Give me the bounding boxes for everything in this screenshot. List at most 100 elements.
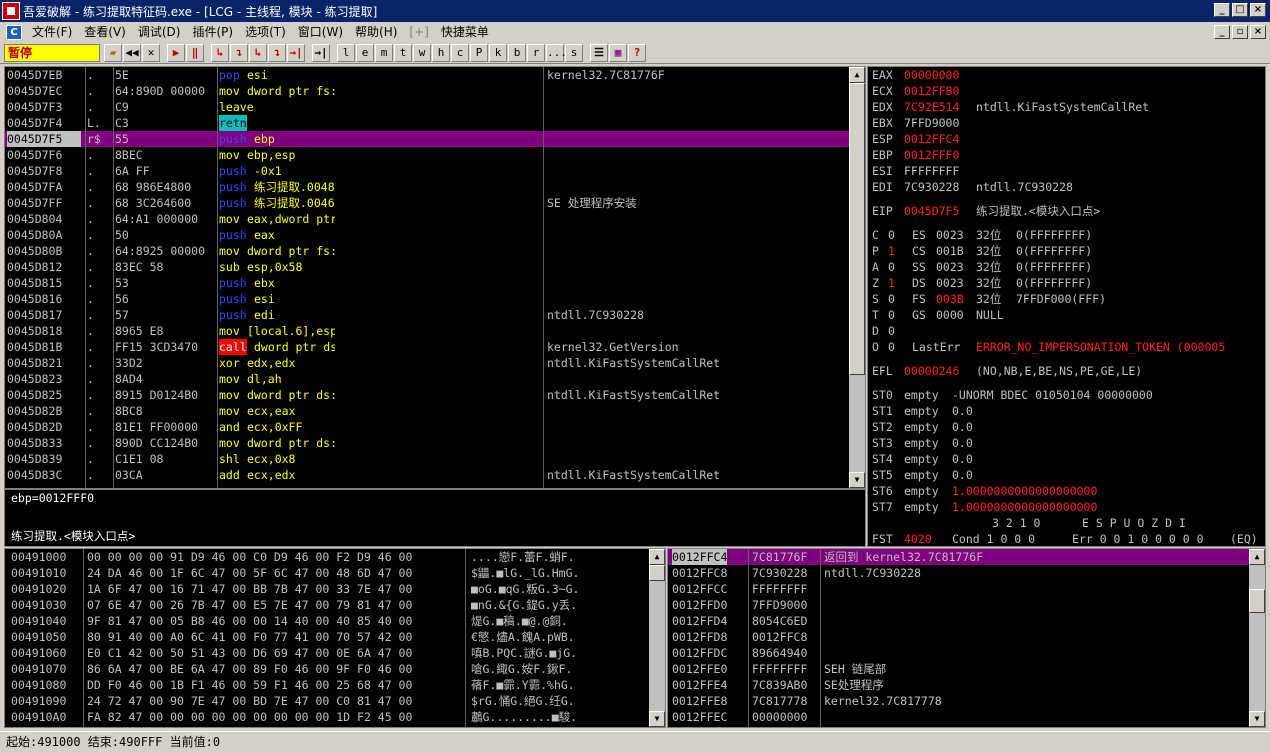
close-button[interactable]: ×	[1250, 3, 1266, 17]
trace-over-icon[interactable]: ↴	[268, 43, 286, 62]
disasm-row[interactable]: 0045D83C. 03CA add ecx,edx ntdll.KiFastSyste…	[5, 467, 865, 483]
menu-help[interactable]: 帮助(H)	[349, 23, 403, 41]
stack-row[interactable]: 0012FFE4 7C839AB0 SE处理程序	[668, 677, 1250, 693]
disasm-row[interactable]: 0045D80B. 64:8925 00000 mov dword ptr fs:[0…	[5, 243, 865, 259]
disasm-row[interactable]: 0045D823. 8AD4 mov dl,ah	[5, 371, 865, 387]
threads-window-button[interactable]: t	[394, 43, 412, 62]
stack-row[interactable]: 0012FFDC 89664940	[668, 645, 1250, 661]
fst-value[interactable]: 4020	[904, 531, 932, 546]
stack-row[interactable]: 0012FFD8 0012FFC8	[668, 629, 1250, 645]
segment-value[interactable]: 0023	[936, 227, 964, 243]
open-file-icon[interactable]: ▰	[104, 43, 122, 62]
modules-window-button[interactable]: e	[356, 43, 374, 62]
register-value[interactable]: 0012FFB0	[904, 83, 959, 99]
flag-value[interactable]: 1	[888, 243, 895, 259]
stack-scrollbar[interactable]: ▲ ▼	[1249, 549, 1265, 727]
references-window-button[interactable]: r	[527, 43, 545, 62]
run-trace-window-button[interactable]: ...	[546, 43, 567, 62]
mdi-restore-button[interactable]: ▫	[1232, 25, 1248, 39]
disasm-row[interactable]: 0045D7F5 r$ 55 push ebp	[5, 131, 865, 147]
disassembly-pane[interactable]: 0045D7EB. 5E pop esi kernel32.7C81776F 0045D7…	[4, 66, 866, 489]
disasm-row[interactable]: 0045D82B. 8BC8 mov ecx,eax	[5, 403, 865, 419]
mdi-minimize-button[interactable]: _	[1214, 25, 1230, 39]
segment-value[interactable]: 0023	[936, 275, 964, 291]
minimize-button[interactable]: _	[1214, 3, 1230, 17]
flag-value[interactable]: 0	[888, 307, 895, 323]
disasm-row[interactable]: 0045D817. 57 push edi ntdll.7C930228	[5, 307, 865, 323]
trace-into-icon[interactable]: ↳	[249, 43, 267, 62]
register-value[interactable]: 00000000	[904, 67, 959, 83]
disasm-row[interactable]: 0045D7EB. 5E pop esi kernel32.7C81776F	[5, 67, 865, 83]
disasm-row[interactable]: 0045D825. 8915 D0124B0 mov dword ptr ds:[0x…	[5, 387, 865, 403]
execute-till-return-icon[interactable]: →|	[287, 43, 305, 62]
register-value[interactable]: 00000246	[904, 363, 959, 379]
register-value[interactable]: 0012FFF0	[904, 147, 959, 163]
patches-window-button[interactable]: P	[470, 43, 488, 62]
scroll-thumb[interactable]	[649, 565, 665, 581]
menu-view[interactable]: 查看(V)	[78, 23, 132, 41]
dump-row[interactable]: 00491060 E0 C1 42 00 50 51 43 00 D6 69 47…	[5, 645, 645, 661]
flag-value[interactable]: 0	[888, 259, 895, 275]
help-icon[interactable]: ?	[628, 43, 646, 62]
lasterr-value[interactable]: ERROR_NO_IMPERSONATION_TOKEN (000005	[976, 339, 1265, 355]
dump-row[interactable]: 00491010 24 DA 46 00 1F 6C 47 00 5F 6C 47…	[5, 565, 645, 581]
disasm-scrollbar[interactable]: ▲ ▼	[849, 67, 865, 488]
fpu-value[interactable]: 0.0	[952, 419, 973, 435]
restart-icon[interactable]: ◀◀	[123, 43, 141, 62]
disasm-row[interactable]: 0045D821. 33D2 xor edx,edx ntdll.KiFastSyste…	[5, 355, 865, 371]
fpu-value[interactable]: 0.0	[952, 403, 973, 419]
disasm-row[interactable]: 0045D818. 8965 E8 mov [local.6],esp	[5, 323, 865, 339]
disasm-row[interactable]: 0045D81B. FF15 3CD3470 call dword ptr ds:[<…	[5, 339, 865, 355]
menu-debug[interactable]: 调试(D)	[132, 23, 187, 41]
disasm-row[interactable]: 0045D7F4 L. C3 retn	[5, 115, 865, 131]
dump-row[interactable]: 00491090 24 72 47 00 90 7E 47 00 BD 7E 47…	[5, 693, 645, 709]
disasm-row[interactable]: 0045D80A. 50 push eax	[5, 227, 865, 243]
fpu-value[interactable]: -UNORM BDEC 01050104 00000000	[952, 387, 1153, 403]
register-value[interactable]: 0012FFC4	[904, 131, 959, 147]
stack-row[interactable]: 0012FFCC FFFFFFFF	[668, 581, 1250, 597]
disasm-row[interactable]: 0045D833. 890D CC124B0 mov dword ptr ds:[0x…	[5, 435, 865, 451]
stack-row[interactable]: 0012FFE8 7C817778 kernel32.7C817778	[668, 693, 1250, 709]
dump-scrollbar[interactable]: ▲ ▼	[649, 549, 665, 727]
scroll-thumb[interactable]	[1249, 589, 1265, 613]
register-value[interactable]: FFFFFFFF	[904, 163, 959, 179]
disasm-row[interactable]: 0045D7FA. 68 986E4800 push 练习提取.00486E98	[5, 179, 865, 195]
scroll-down-button[interactable]: ▼	[849, 472, 865, 488]
options-icon[interactable]: ☰	[590, 43, 608, 62]
segment-value[interactable]: 003B	[936, 291, 964, 307]
mdi-close-button[interactable]: ×	[1250, 25, 1266, 39]
step-over-icon[interactable]: ↴	[230, 43, 248, 62]
menu-window[interactable]: 窗口(W)	[292, 23, 349, 41]
segment-value[interactable]: 0023	[936, 259, 964, 275]
disasm-row[interactable]: 0045D812. 83EC 58 sub esp,0x58	[5, 259, 865, 275]
dump-row[interactable]: 00491020 1A 6F 47 00 16 71 47 00 BB 7B 47…	[5, 581, 645, 597]
dump-row[interactable]: 00491030 07 6E 47 00 26 7B 47 00 E5 7E 47…	[5, 597, 645, 613]
disasm-row[interactable]: 0045D816. 56 push esi	[5, 291, 865, 307]
dump-row[interactable]: 00491040 9F 81 47 00 05 B8 46 00 00 14 40…	[5, 613, 645, 629]
disasm-row[interactable]: 0045D7FF. 68 3C264600 push 练习提取.0046263C SE …	[5, 195, 865, 211]
register-value[interactable]: 7C92E514	[904, 99, 959, 115]
go-to-icon[interactable]: →|	[312, 43, 330, 62]
scroll-up-button[interactable]: ▲	[1249, 549, 1265, 565]
flag-value[interactable]: 0	[888, 323, 895, 339]
flag-value[interactable]: 0	[888, 227, 895, 243]
breakpoints-window-button[interactable]: b	[508, 43, 526, 62]
scroll-thumb[interactable]	[849, 83, 865, 375]
segment-value[interactable]: 0000	[936, 307, 964, 323]
dump-row[interactable]: 004910A0 FA 82 47 00 00 00 00 00 00 00 00…	[5, 709, 645, 725]
dump-row[interactable]: 00491080 DD F0 46 00 1B F1 46 00 59 F1 46…	[5, 677, 645, 693]
menu-plugins[interactable]: 插件(P)	[186, 23, 239, 41]
stack-row[interactable]: 0012FFC4 7C81776F 返回到 kernel32.7C81776F	[668, 549, 1250, 565]
maximize-button[interactable]: □	[1232, 3, 1248, 17]
flag-value[interactable]: 0	[888, 291, 895, 307]
call-stack-window-button[interactable]: k	[489, 43, 507, 62]
disasm-row[interactable]: 0045D7F6. 8BEC mov ebp,esp	[5, 147, 865, 163]
memory-dump-pane[interactable]: 00491000 00 00 00 00 91 D9 46 00 C0 D9 46…	[4, 548, 666, 728]
fpu-value[interactable]: 1.0000000000000000000	[952, 483, 1097, 499]
disasm-row[interactable]: 0045D7F8. 6A FF push -0x1	[5, 163, 865, 179]
stack-pane[interactable]: 0012FFC4 7C81776F 返回到 kernel32.7C81776F 001…	[667, 548, 1266, 728]
stack-row[interactable]: 0012FFD4 8054C6ED	[668, 613, 1250, 629]
scroll-up-button[interactable]: ▲	[849, 67, 865, 83]
menu-plus[interactable]: [+]	[403, 23, 434, 41]
dump-row[interactable]: 00491070 86 6A 47 00 BE 6A 47 00 89 F0 46…	[5, 661, 645, 677]
